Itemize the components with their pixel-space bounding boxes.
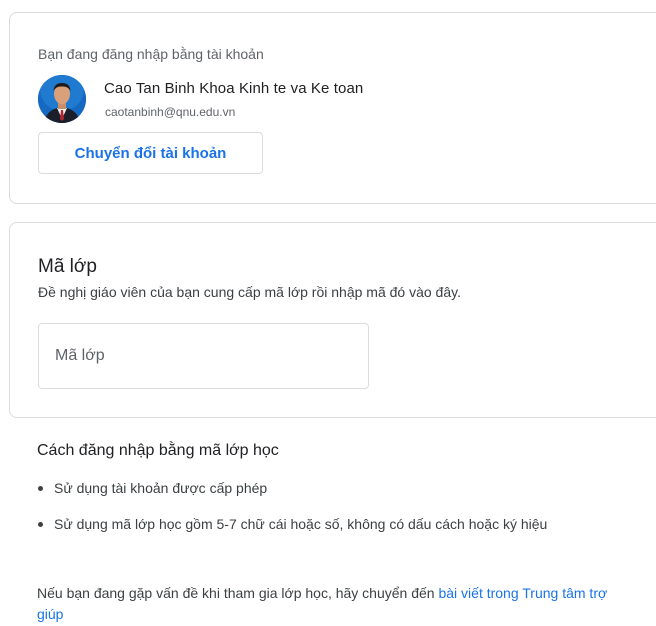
bullet-dot-icon [38,522,43,527]
bullet-dot-icon [38,486,43,491]
class-code-input[interactable] [38,323,369,389]
help-bullet-text: Sử dụng mã lớp học gồm 5-7 chữ cái hoặc … [54,516,548,532]
avatar-photo-icon [38,75,86,123]
class-code-title: Mã lớp [38,256,97,277]
class-code-description: Đề nghị giáo viên của bạn cung cấp mã lớ… [38,284,461,300]
help-footer-text: Nếu bạn đang gặp vấn đề khi tham gia lớp… [37,585,439,601]
help-footer: Nếu bạn đang gặp vấn đề khi tham gia lớp… [37,583,637,625]
help-bullet-item: Sử dụng mã lớp học gồm 5-7 chữ cái hoặc … [37,514,637,535]
user-name: Cao Tan Binh Khoa Kinh te va Ke toan [104,80,364,97]
signed-in-label: Bạn đang đăng nhập bằng tài khoản [38,46,264,62]
account-card: Bạn đang đăng nhập bằng tài khoản Cao Ta… [9,12,656,204]
help-bullet-item: Sử dụng tài khoản được cấp phép [37,478,637,499]
help-bullet-list: Sử dụng tài khoản được cấp phép Sử dụng … [37,478,637,535]
switch-account-button[interactable]: Chuyển đổi tài khoản [38,132,263,174]
class-code-card: Mã lớp Đề nghị giáo viên của bạn cung cấ… [9,222,656,418]
user-email: caotanbinh@qnu.edu.vn [105,105,236,119]
help-bullet-text: Sử dụng tài khoản được cấp phép [54,480,268,496]
user-avatar [38,75,86,123]
help-title: Cách đăng nhập bằng mã lớp học [37,442,279,459]
